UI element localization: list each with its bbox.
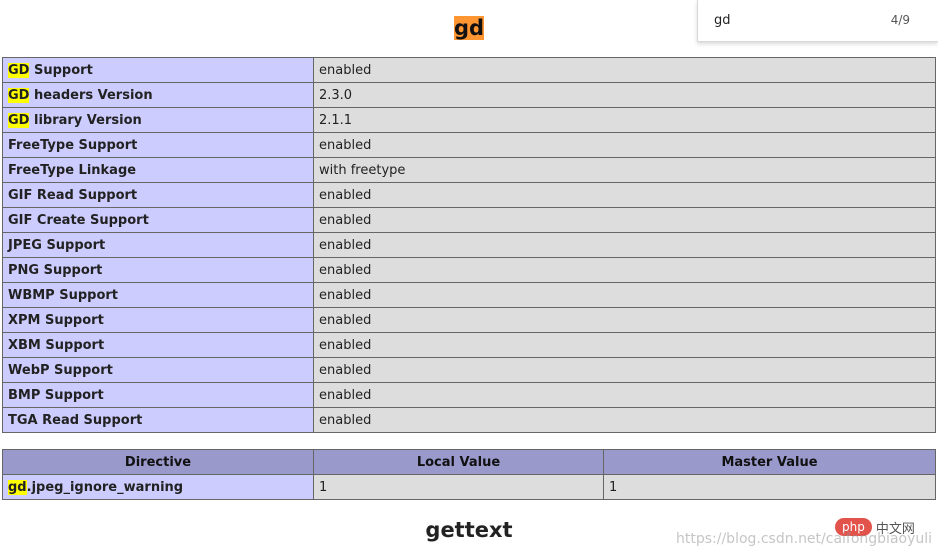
info-value: enabled — [313, 307, 936, 333]
info-value: enabled — [313, 332, 936, 358]
master-value-header: Master Value — [603, 449, 936, 475]
directive-header: Directive — [2, 449, 314, 475]
info-label-text: XBM Support — [8, 337, 105, 353]
info-label: GD library Version — [2, 107, 314, 133]
info-label: FreeType Support — [2, 132, 314, 158]
info-value: enabled — [313, 382, 936, 408]
find-match-count: 4/9 — [890, 13, 910, 27]
find-match-highlight: GD — [8, 62, 30, 78]
info-value: 2.3.0 — [313, 82, 936, 108]
directive-name: gd.jpeg_ignore_warning — [2, 474, 314, 500]
info-label: WebP Support — [2, 357, 314, 383]
info-label-text: XPM Support — [8, 312, 104, 328]
info-label: JPEG Support — [2, 232, 314, 258]
info-row: FreeType Support enabled — [2, 132, 936, 158]
info-row: JPEG Support enabled — [2, 232, 936, 258]
info-label-text: FreeType Linkage — [8, 162, 137, 178]
find-in-page-bar: 4/9 — [697, 0, 938, 42]
info-label-text: Support — [29, 62, 93, 78]
info-label-text: headers Version — [29, 87, 153, 103]
info-label: XBM Support — [2, 332, 314, 358]
info-row: PNG Support enabled — [2, 257, 936, 283]
info-row: WBMP Support enabled — [2, 282, 936, 308]
find-match-highlight: GD — [8, 112, 30, 128]
info-row: BMP Support enabled — [2, 382, 936, 408]
directive-row: gd.jpeg_ignore_warning 1 1 — [2, 474, 936, 500]
info-row: XBM Support enabled — [2, 332, 936, 358]
find-match-highlight: gd — [8, 479, 27, 495]
info-label: GD Support — [2, 57, 314, 83]
info-value: with freetype — [313, 157, 936, 183]
info-value: enabled — [313, 132, 936, 158]
directive-header-row: Directive Local Value Master Value — [2, 449, 936, 475]
info-value: enabled — [313, 257, 936, 283]
info-value: enabled — [313, 232, 936, 258]
info-label: BMP Support — [2, 382, 314, 408]
gd-info-table: GD Support enabled GD headers Version 2.3.0… — [2, 57, 936, 433]
info-row: FreeType Linkage with freetype — [2, 157, 936, 183]
current-find-match: gd — [453, 16, 485, 40]
info-label-text: TGA Read Support — [8, 412, 143, 428]
info-label: PNG Support — [2, 257, 314, 283]
info-row: GD library Version 2.1.1 — [2, 107, 936, 133]
info-label: GD headers Version — [2, 82, 314, 108]
info-value: enabled — [313, 207, 936, 233]
gd-directive-table: Directive Local Value Master Value gd.jp… — [2, 449, 936, 500]
info-value: enabled — [313, 182, 936, 208]
info-row: GIF Read Support enabled — [2, 182, 936, 208]
find-match-highlight: GD — [8, 87, 30, 103]
phpinfo-page: gd GD Support enabled GD headers Version 2.… — [0, 0, 938, 559]
info-label: GIF Create Support — [2, 207, 314, 233]
info-label: GIF Read Support — [2, 182, 314, 208]
info-label: TGA Read Support — [2, 407, 314, 433]
info-label-text: WebP Support — [8, 362, 113, 378]
info-label: FreeType Linkage — [2, 157, 314, 183]
info-value: enabled — [313, 282, 936, 308]
info-label-text: library Version — [29, 112, 142, 128]
directive-local-value: 1 — [313, 474, 604, 500]
info-value: enabled — [313, 57, 936, 83]
info-label-text: GIF Create Support — [8, 212, 149, 228]
info-value: enabled — [313, 357, 936, 383]
local-value-header: Local Value — [313, 449, 604, 475]
watermark-url: https://blog.csdn.net/caifongbiaoyuli — [676, 531, 933, 547]
info-row: TGA Read Support enabled — [2, 407, 936, 433]
find-input[interactable] — [714, 11, 864, 29]
info-row: GD Support enabled — [2, 57, 936, 83]
info-value: 2.1.1 — [313, 107, 936, 133]
info-label-text: GIF Read Support — [8, 187, 138, 203]
info-row: GD headers Version 2.3.0 — [2, 82, 936, 108]
info-value: enabled — [313, 407, 936, 433]
info-row: XPM Support enabled — [2, 307, 936, 333]
info-label-text: FreeType Support — [8, 137, 138, 153]
directive-master-value: 1 — [603, 474, 936, 500]
info-label-text: JPEG Support — [8, 237, 106, 253]
info-label-text: PNG Support — [8, 262, 103, 278]
info-label-text: WBMP Support — [8, 287, 119, 303]
info-label-text: BMP Support — [8, 387, 104, 403]
info-row: WebP Support enabled — [2, 357, 936, 383]
info-row: GIF Create Support enabled — [2, 207, 936, 233]
info-label: WBMP Support — [2, 282, 314, 308]
directive-name-rest: .jpeg_ignore_warning — [26, 479, 184, 495]
info-label: XPM Support — [2, 307, 314, 333]
